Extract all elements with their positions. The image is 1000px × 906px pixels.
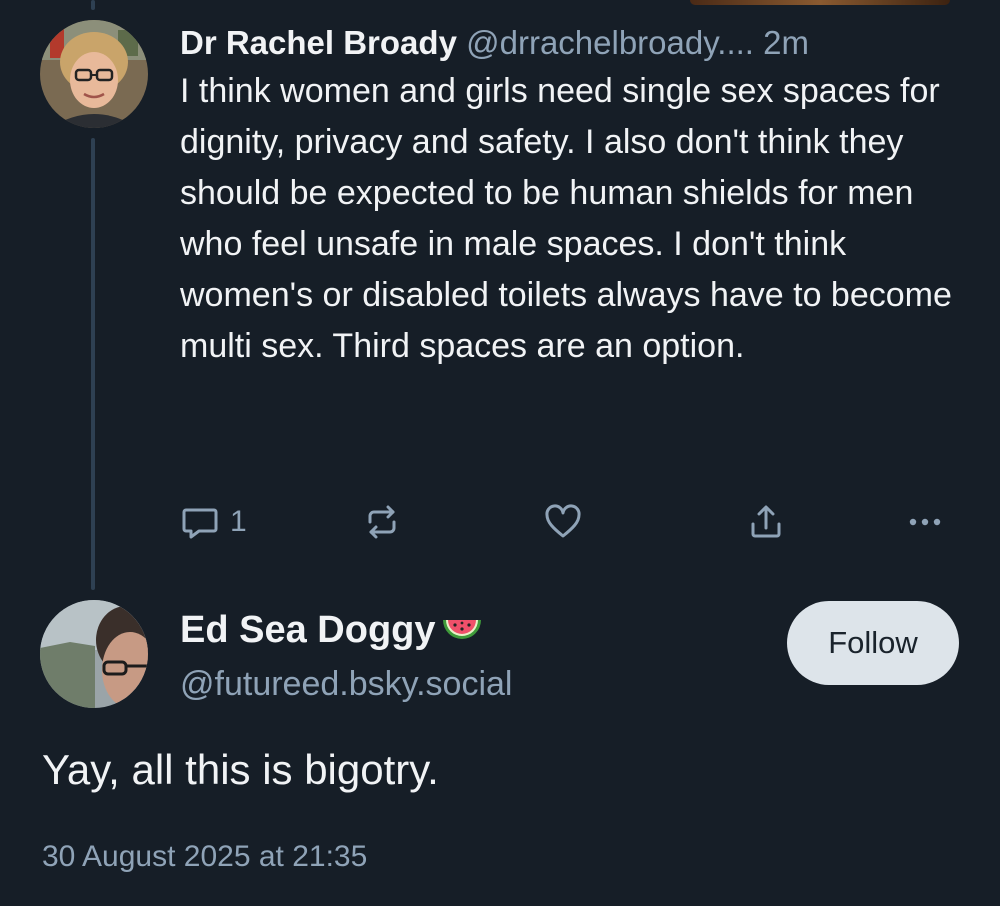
repost-icon — [368, 505, 396, 539]
share-button[interactable] — [746, 502, 786, 542]
main-author-avatar[interactable] — [40, 600, 148, 708]
reply-button[interactable]: 1 — [180, 502, 247, 542]
parent-author-handle[interactable]: @drrachelbroady.... — [466, 24, 754, 61]
more-options-button[interactable] — [905, 502, 945, 542]
parent-post[interactable]: Dr Rachel Broady @drrachelbroady.... 2m … — [180, 22, 970, 372]
reply-icon — [182, 508, 218, 539]
more-dots-icon — [909, 518, 941, 526]
parent-post-header: Dr Rachel Broady @drrachelbroady.... 2m — [180, 22, 970, 64]
main-post-author: Ed Sea Doggy @futureed.bsky.social — [180, 606, 512, 708]
repost-button[interactable] — [362, 502, 402, 542]
heart-icon — [545, 504, 581, 538]
main-author-name[interactable]: Ed Sea Doggy — [180, 606, 436, 654]
parent-author-avatar[interactable] — [40, 20, 148, 128]
parent-post-actions: 1 — [180, 502, 960, 546]
follow-button[interactable]: Follow — [787, 601, 959, 685]
post-thread-view: Dr Rachel Broady @drrachelbroady.... 2m … — [0, 0, 1000, 906]
avatar-photo-man-with-glasses — [40, 600, 148, 708]
main-post-timestamp: 30 August 2025 at 21:35 — [42, 840, 368, 873]
parent-post-text: I think women and girls need single sex … — [180, 72, 952, 365]
previous-post-image-edge — [690, 0, 950, 5]
thread-connector — [91, 138, 95, 590]
reply-count: 1 — [230, 505, 247, 538]
share-icon — [751, 505, 781, 538]
main-author-handle[interactable]: @futureed.bsky.social — [180, 660, 512, 708]
avatar-photo-woman-with-glasses — [40, 20, 148, 128]
watermelon-icon — [442, 620, 481, 639]
parent-post-time[interactable]: 2m — [763, 24, 809, 61]
like-button[interactable] — [543, 502, 583, 542]
thread-connector-top — [91, 0, 95, 10]
main-post-text: Yay, all this is bigotry. — [42, 746, 439, 793]
parent-author-name[interactable]: Dr Rachel Broady — [180, 24, 457, 61]
main-author-name-row[interactable]: Ed Sea Doggy — [180, 606, 512, 654]
